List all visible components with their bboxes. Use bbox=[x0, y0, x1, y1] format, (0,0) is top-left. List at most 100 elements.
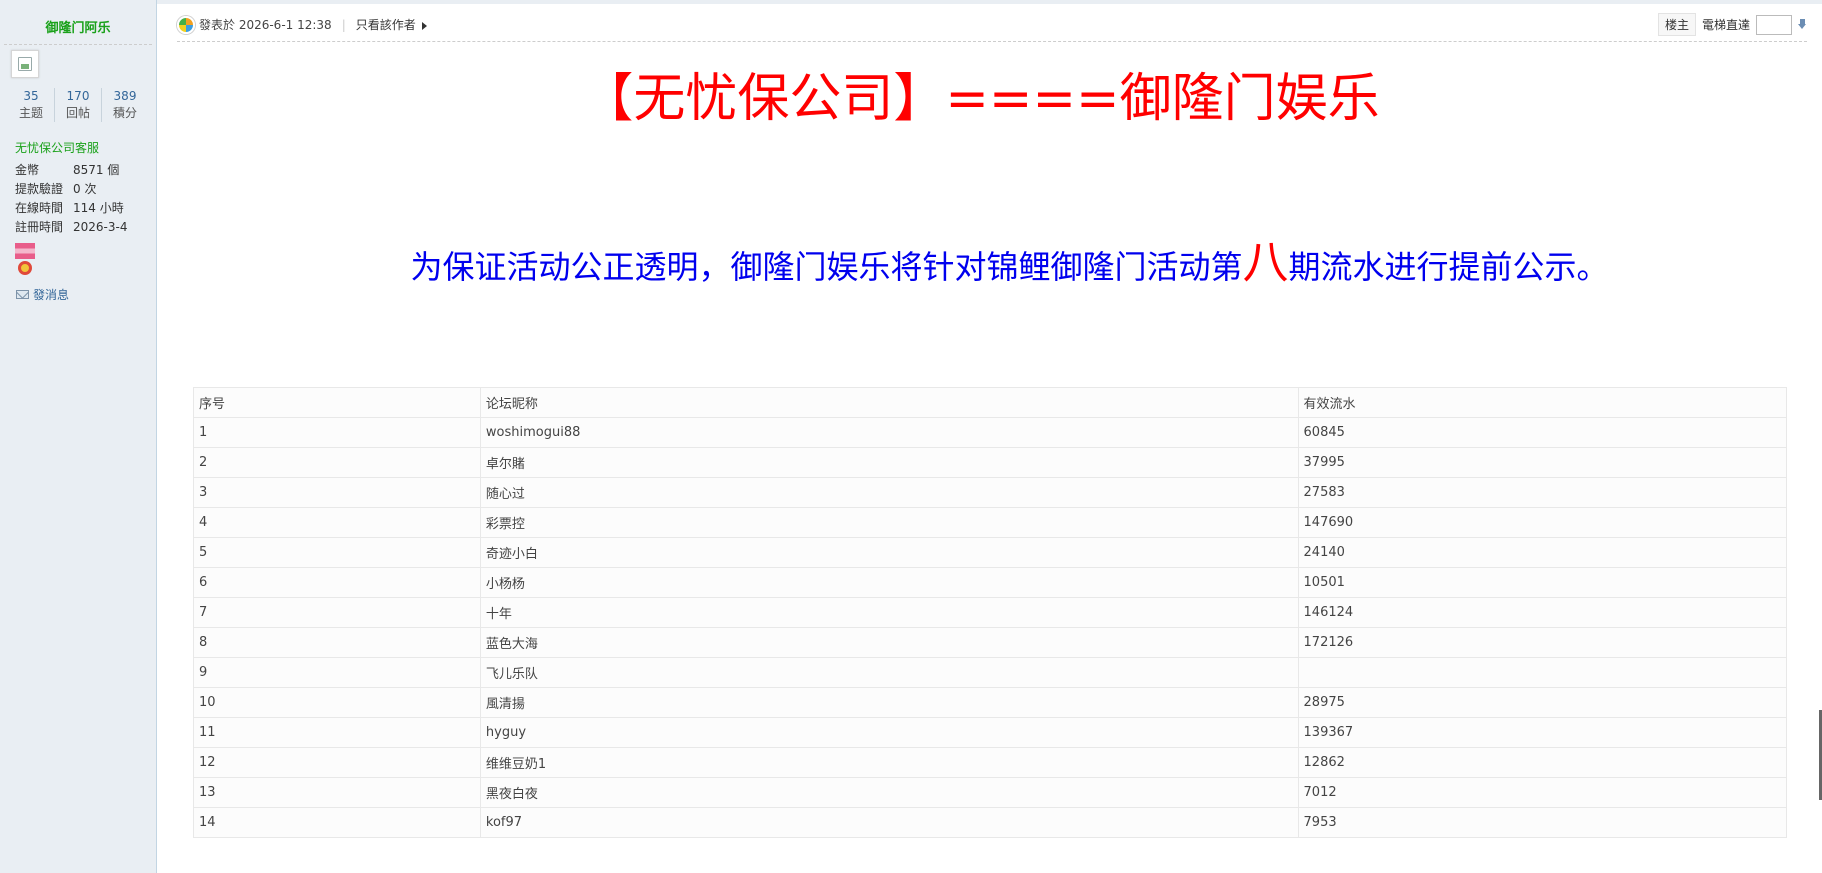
info-row-online: 在線時間 114 小時 bbox=[15, 199, 155, 218]
table-row: 13 黑夜白夜 7012 bbox=[193, 777, 1788, 808]
stat-replies[interactable]: 170 回帖 bbox=[55, 88, 102, 122]
author-role[interactable]: 无忧保公司客服 bbox=[15, 139, 99, 156]
author-info: 金幣 8571 個 提款驗證 0 次 在線時間 114 小時 註冊時間 2026-3-4 bbox=[15, 161, 155, 237]
info-key: 註冊時間 bbox=[15, 220, 64, 234]
cell-nickname: 奇迹小白 bbox=[479, 537, 1299, 568]
cell-nickname: 蓝色大海 bbox=[479, 627, 1299, 658]
cell-index: 14 bbox=[193, 807, 481, 838]
table-row: 6 小杨杨 10501 bbox=[193, 567, 1788, 598]
cell-nickname: 飞儿乐队 bbox=[479, 657, 1299, 688]
info-key: 在線時間 bbox=[15, 201, 64, 215]
author-sidebar: 御隆门阿乐 35 主题 170 回帖 389 積分 无忧保公司客服 金幣 8571 個 … bbox=[0, 0, 157, 873]
table-row: 8 蓝色大海 172126 bbox=[193, 627, 1788, 658]
notice-part-1: 为保证活动公正透明，御隆门娱乐将针对锦鲤御隆门活动第 bbox=[410, 248, 1243, 286]
cell-turnover: 12862 bbox=[1297, 747, 1788, 778]
cell-index: 12 bbox=[193, 747, 481, 778]
post-content: 【无忧保公司】====御隆门娱乐 为保证活动公正透明，御隆门娱乐将针对锦鲤御隆门… bbox=[157, 44, 1822, 421]
cell-nickname: 维维豆奶1 bbox=[479, 747, 1299, 778]
table-row: 1 woshimogui88 60845 bbox=[193, 417, 1788, 448]
cell-index: 3 bbox=[193, 477, 481, 508]
cell-index: 10 bbox=[193, 687, 481, 718]
cell-nickname: 卓尔賭 bbox=[479, 447, 1299, 478]
cell-nickname: 風清揚 bbox=[479, 687, 1299, 718]
cell-index: 1 bbox=[193, 417, 481, 448]
post-main: 發表於 2026-6-1 12:38 | 只看該作者 楼主 電梯直達 【无忧保公… bbox=[157, 0, 1822, 873]
table-row: 3 随心过 27583 bbox=[193, 477, 1788, 508]
post-title: 【无忧保公司】====御隆门娱乐 bbox=[581, 69, 1380, 129]
cell-turnover: 147690 bbox=[1297, 507, 1788, 538]
cell-index: 9 bbox=[193, 657, 481, 688]
stat-threads[interactable]: 35 主题 bbox=[8, 88, 55, 122]
main-top-strip bbox=[157, 0, 1822, 4]
stat-replies-count[interactable]: 170 bbox=[55, 88, 101, 104]
cell-index: 13 bbox=[193, 777, 481, 808]
author-name-link[interactable]: 御隆门阿乐 bbox=[4, 5, 152, 45]
floor-tools: 楼主 電梯直達 bbox=[1657, 13, 1807, 36]
cell-nickname: hyguy bbox=[479, 717, 1299, 748]
medal-coin bbox=[18, 261, 32, 275]
cell-index: 5 bbox=[193, 537, 481, 568]
turnover-table: 序号 论坛昵称 有效流水 1 woshimogui88 60845 2 卓尔賭 37995… bbox=[193, 387, 1788, 838]
notice-highlight: 八 bbox=[1242, 235, 1289, 289]
go-down-arrow-icon[interactable] bbox=[1798, 19, 1807, 30]
stat-threads-count[interactable]: 35 bbox=[8, 88, 54, 104]
cell-index: 4 bbox=[193, 507, 481, 538]
cell-index: 2 bbox=[193, 447, 481, 478]
send-message-button[interactable]: 發消息 bbox=[16, 286, 69, 303]
cell-index: 7 bbox=[193, 597, 481, 628]
info-value: 8571 個 bbox=[73, 163, 120, 177]
info-value: 0 次 bbox=[73, 182, 97, 196]
stat-replies-label: 回帖 bbox=[65, 106, 90, 120]
send-message-label: 發消息 bbox=[33, 288, 70, 302]
cell-turnover bbox=[1297, 657, 1788, 688]
cell-nickname: 十年 bbox=[479, 597, 1299, 628]
floor-jump-input[interactable] bbox=[1756, 14, 1792, 35]
cell-turnover: 146124 bbox=[1297, 597, 1788, 628]
cell-nickname: 黑夜白夜 bbox=[479, 777, 1299, 808]
info-key: 提款驗證 bbox=[15, 182, 64, 196]
table-header-row: 序号 论坛昵称 有效流水 bbox=[193, 387, 1788, 418]
info-value: 2026-3-4 bbox=[73, 220, 128, 234]
notice-part-2: 期流水进行提前公示。 bbox=[1288, 248, 1609, 286]
table-row: 10 風清揚 28975 bbox=[193, 687, 1788, 718]
avatar[interactable] bbox=[11, 50, 39, 78]
post-date: 發表於 2026-6-1 12:38 bbox=[199, 18, 332, 32]
cell-turnover: 7953 bbox=[1297, 807, 1788, 838]
floor-label: 楼主 bbox=[1657, 13, 1696, 36]
medal-icon[interactable] bbox=[15, 243, 35, 277]
table-row: 2 卓尔賭 37995 bbox=[193, 447, 1788, 478]
cell-turnover: 37995 bbox=[1297, 447, 1788, 478]
cell-nickname: 小杨杨 bbox=[479, 567, 1299, 598]
table-row: 9 飞儿乐队 bbox=[193, 657, 1788, 688]
triangle-right-icon bbox=[421, 21, 427, 30]
author-stats: 35 主题 170 回帖 389 積分 bbox=[8, 88, 148, 122]
cell-turnover: 10501 bbox=[1297, 567, 1788, 598]
info-row-withdraw: 提款驗證 0 次 bbox=[15, 180, 155, 199]
table-body: 1 woshimogui88 60845 2 卓尔賭 37995 3 随心过 27583 4 彩票控… bbox=[193, 417, 1788, 838]
online-status-icon bbox=[177, 15, 195, 34]
notice-text: 为保证活动公正透明，御隆门娱乐将针对锦鲤御隆门活动第八期流水进行提前公示。 bbox=[197, 232, 1822, 297]
header-turnover: 有效流水 bbox=[1297, 387, 1788, 418]
cell-index: 11 bbox=[193, 717, 481, 748]
cell-turnover: 28975 bbox=[1297, 687, 1788, 718]
cell-turnover: 24140 bbox=[1297, 537, 1788, 568]
cell-index: 6 bbox=[193, 567, 481, 598]
cell-turnover: 172126 bbox=[1297, 627, 1788, 658]
cell-turnover: 60845 bbox=[1297, 417, 1788, 448]
post-header: 發表於 2026-6-1 12:38 | 只看該作者 楼主 電梯直達 bbox=[177, 8, 1807, 42]
table-row: 11 hyguy 139367 bbox=[193, 717, 1788, 748]
header-index: 序号 bbox=[193, 387, 481, 418]
cell-turnover: 27583 bbox=[1297, 477, 1788, 508]
table-row: 5 奇迹小白 24140 bbox=[193, 537, 1788, 568]
cell-nickname: woshimogui88 bbox=[479, 417, 1299, 448]
table-row: 12 维维豆奶1 12862 bbox=[193, 747, 1788, 778]
jump-label: 電梯直達 bbox=[1701, 18, 1750, 32]
envelope-icon bbox=[16, 290, 29, 299]
cell-nickname: 彩票控 bbox=[479, 507, 1299, 538]
table-row: 4 彩票控 147690 bbox=[193, 507, 1788, 538]
broken-image-icon bbox=[18, 57, 32, 71]
cell-turnover: 139367 bbox=[1297, 717, 1788, 748]
only-author-link[interactable]: 只看該作者 bbox=[356, 16, 427, 33]
header-separator: | bbox=[341, 17, 346, 32]
header-nickname: 论坛昵称 bbox=[479, 387, 1299, 418]
